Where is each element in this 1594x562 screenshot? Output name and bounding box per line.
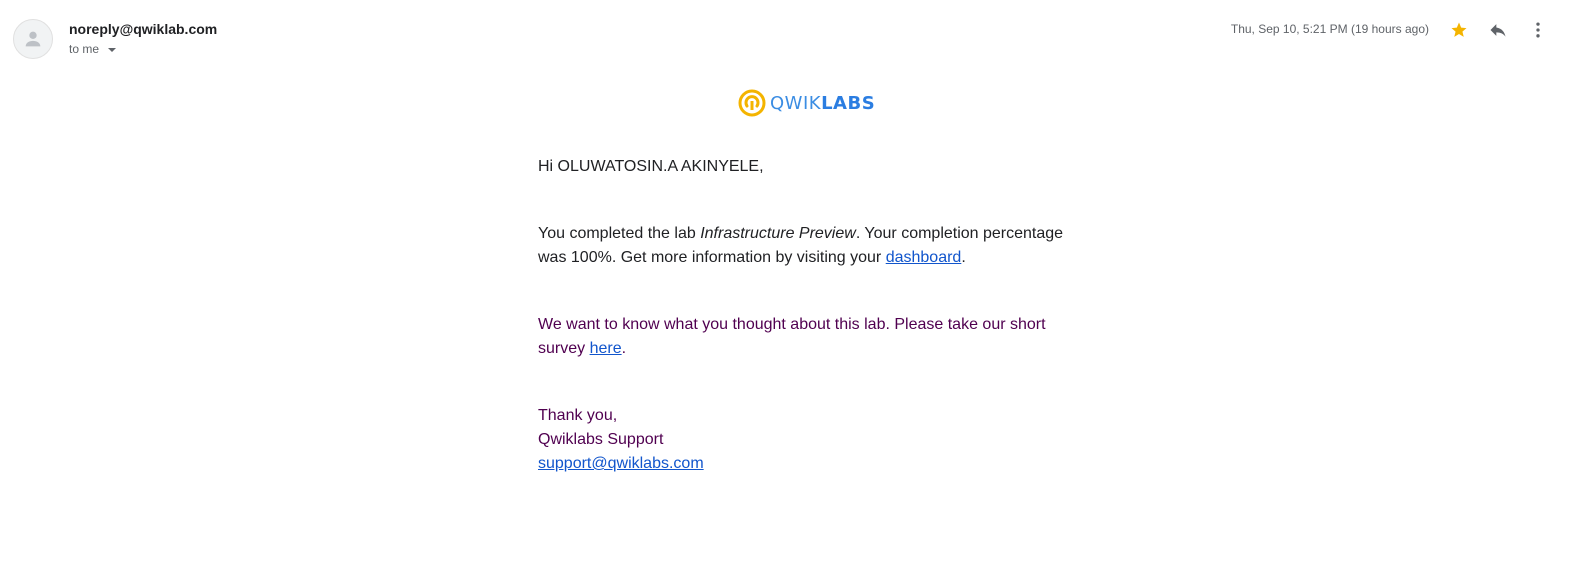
recipient-details-toggle[interactable]: to me — [69, 42, 117, 56]
dashboard-link[interactable]: dashboard — [886, 249, 962, 266]
survey-text-end: . — [621, 340, 627, 357]
sender-email[interactable]: noreply@qwiklab.com — [69, 21, 217, 37]
signoff-thanks: Thank you, — [538, 407, 618, 424]
signature: Thank you, Qwiklabs Support support@qwik… — [538, 404, 1068, 476]
survey-paragraph: We want to know what you thought about t… — [538, 313, 1068, 361]
lab-name: Infrastructure Preview — [700, 225, 856, 242]
person-icon — [25, 31, 41, 47]
message-body: Hi OLUWATOSIN.A AKINYELE, You completed … — [538, 155, 1068, 476]
greeting-text: Hi OLUWATOSIN.A AKINYELE, — [538, 158, 764, 175]
more-options-button[interactable] — [1526, 18, 1550, 42]
signoff-team: Qwiklabs Support — [538, 431, 664, 448]
logo-wordmark: QWIKLABS — [770, 93, 875, 114]
completion-paragraph: You completed the lab Infrastructure Pre… — [538, 222, 1068, 270]
email-view: noreply@qwiklab.com to me Thu, Sep 10, 5… — [0, 0, 1594, 562]
support-email-link[interactable]: support@qwiklabs.com — [538, 455, 704, 472]
reply-button[interactable] — [1486, 18, 1510, 42]
star-icon — [1451, 22, 1467, 37]
completion-text-end: . — [961, 249, 966, 266]
logo-text-light: QWIK — [770, 92, 822, 114]
survey-link[interactable]: here — [590, 340, 622, 357]
more-vertical-icon — [1536, 22, 1540, 38]
reply-icon — [1490, 24, 1506, 37]
sender-avatar[interactable] — [13, 19, 53, 59]
logo-text-bold: LABS — [821, 92, 876, 114]
recipient-label: to me — [69, 42, 100, 56]
chevron-down-icon — [108, 47, 117, 52]
qwiklabs-logo-icon — [738, 89, 766, 117]
qwiklabs-logo: QWIKLABS — [738, 88, 875, 118]
star-button[interactable] — [1447, 18, 1471, 42]
completion-text-start: You completed the lab — [538, 225, 701, 242]
message-timestamp: Thu, Sep 10, 5:21 PM (19 hours ago) — [1230, 22, 1429, 36]
